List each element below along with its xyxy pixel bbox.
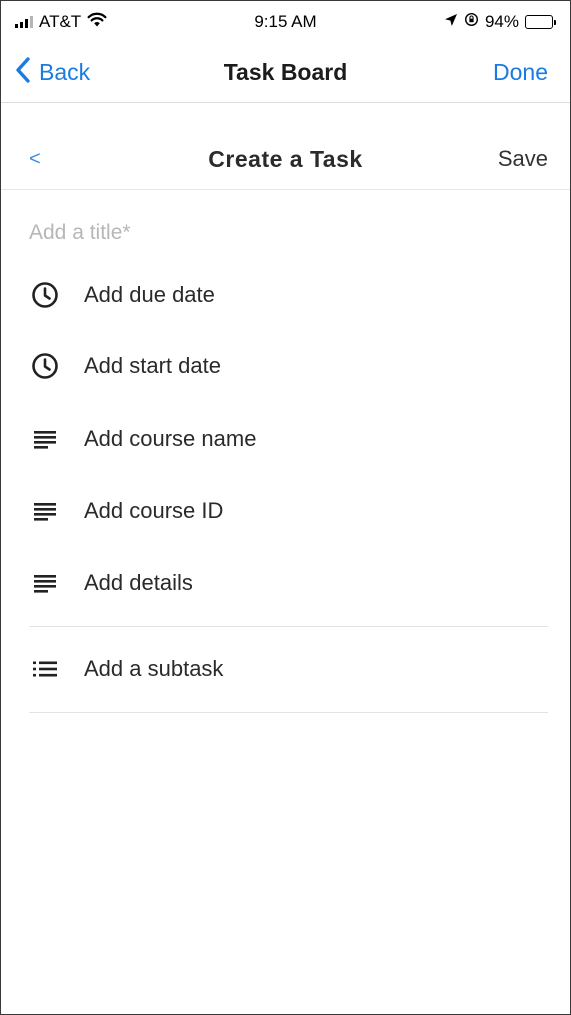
divider [29, 712, 548, 713]
battery-percent: 94% [484, 12, 519, 31]
text-lines-icon [29, 495, 61, 527]
field-label: Add details [84, 570, 193, 595]
divider [29, 626, 548, 627]
back-button[interactable]: Back [15, 56, 91, 89]
navigation-bar: Back Task Board Done [1, 43, 570, 103]
field-label: Add course name [84, 426, 257, 451]
battery-icon [525, 15, 556, 29]
add-subtask-row[interactable]: Add a subtask [29, 647, 548, 691]
subtask-label: Add a subtask [84, 656, 224, 681]
add-course-name-row[interactable]: Add course name [29, 417, 548, 461]
chevron-left-icon [15, 56, 31, 89]
field-label: Add course ID [84, 498, 224, 523]
status-left: AT&T [15, 12, 107, 32]
field-label: Add due date [84, 282, 215, 307]
add-due-date-row[interactable]: Add due date [29, 273, 548, 317]
add-course-id-row[interactable]: Add course ID [29, 489, 548, 533]
text-lines-icon [29, 423, 61, 455]
signal-icon [15, 16, 33, 28]
task-title-input[interactable] [29, 214, 549, 252]
text-lines-icon [29, 567, 61, 599]
list-icon [29, 653, 61, 685]
orientation-lock-icon [464, 12, 479, 32]
form-back-button[interactable]: < [29, 148, 41, 171]
wifi-icon [87, 12, 107, 32]
add-start-date-row[interactable]: Add start date [29, 344, 548, 388]
form-header: < Create a Task Save [1, 129, 570, 190]
back-label: Back [39, 59, 91, 85]
phone-screen: AT&T 9:15 AM 94% Back Task Board Done < … [0, 0, 571, 1015]
add-details-row[interactable]: Add details [29, 561, 548, 605]
location-arrow-icon [444, 12, 458, 32]
carrier-label: AT&T [39, 12, 82, 31]
done-button[interactable]: Done [493, 59, 548, 86]
form-title: Create a Task [208, 145, 363, 172]
clock-icon [29, 350, 61, 382]
save-button[interactable]: Save [498, 146, 548, 172]
clock-icon [29, 279, 61, 311]
field-label: Add start date [84, 353, 221, 378]
status-bar: AT&T 9:15 AM 94% [1, 1, 570, 43]
status-right: 94% [444, 12, 556, 32]
